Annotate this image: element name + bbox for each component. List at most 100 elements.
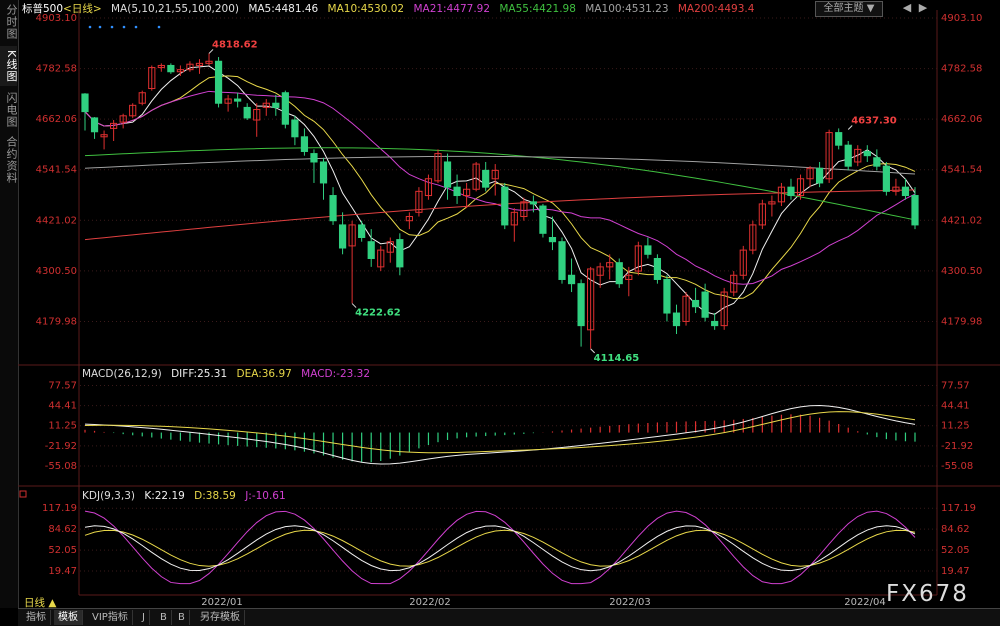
marker-dot — [134, 25, 138, 29]
macd-diff-line — [84, 405, 916, 465]
extreme-label: 4637.30 — [851, 116, 897, 127]
candle-body — [243, 106, 251, 119]
candle-body — [787, 186, 795, 197]
price-tick-label: 4179.98 — [941, 316, 982, 327]
candle-body — [501, 186, 509, 226]
price-tick-label: 4421.02 — [36, 215, 77, 226]
candle-body — [644, 245, 652, 255]
price-tick-label: 4300.50 — [36, 266, 77, 277]
candle-body — [90, 117, 99, 133]
price-tick-label: 4541.54 — [941, 165, 982, 176]
candle-body — [615, 262, 623, 285]
marker-dot — [110, 25, 114, 29]
candle-body — [567, 274, 576, 285]
kdj-tick-label: 84.62 — [941, 524, 970, 535]
candle-body — [396, 239, 404, 268]
candle-body — [863, 150, 871, 157]
macd-tick-label: 44.41 — [941, 401, 970, 412]
candle-body — [482, 169, 490, 188]
candle-body — [81, 93, 89, 113]
macd-tick-label: 44.41 — [48, 401, 77, 412]
candle-body — [358, 224, 366, 239]
candle-body — [310, 153, 318, 163]
kdj-tick-label: 52.05 — [941, 545, 970, 556]
kdj-tick-label: 19.47 — [48, 566, 77, 577]
candle-body — [443, 161, 452, 188]
date-tick-label: 2022/03 — [609, 597, 651, 608]
candle-body — [234, 98, 242, 102]
tab-vip-indicator[interactable]: VIP指标 — [88, 610, 133, 625]
kdj-tick-label: 19.47 — [941, 566, 970, 577]
tab-indicator[interactable]: 指标 — [22, 610, 51, 625]
macd-tick-label: -55.08 — [45, 461, 77, 472]
candle-body — [214, 60, 223, 104]
candle-body — [873, 157, 881, 167]
kdj-tick-label: 117.19 — [42, 503, 77, 514]
extreme-label: 4222.62 — [355, 308, 401, 319]
marker-dot — [88, 25, 92, 29]
marker-dot — [157, 25, 161, 29]
chart-canvas[interactable]: 4818.62 4637.30 4222.62 4114.65 4903.10 4903… — [0, 0, 1000, 608]
candle-body — [911, 195, 919, 226]
candle-body — [300, 136, 309, 152]
candle-body — [663, 278, 671, 314]
candle-body — [453, 186, 461, 197]
candle-body — [882, 165, 890, 192]
candle-body — [711, 320, 719, 327]
candle-body — [558, 241, 566, 280]
tab-template[interactable]: 模板 — [54, 610, 83, 625]
extreme-label: 4818.62 — [212, 39, 258, 50]
price-tick-label: 4903.10 — [36, 13, 77, 24]
kdj-j-line — [84, 510, 916, 585]
macd-tick-label: -55.08 — [941, 461, 973, 472]
candle-body — [691, 299, 700, 308]
price-tick-label: 4541.54 — [36, 165, 77, 176]
price-tick-label: 4179.98 — [36, 316, 77, 327]
price-tick-label: 4782.58 — [941, 64, 982, 75]
price-tick-label: 4421.02 — [941, 215, 982, 226]
extreme-label: 4114.65 — [594, 353, 640, 364]
candle-body — [844, 144, 852, 167]
kdj-tick-label: 117.19 — [941, 503, 976, 514]
candle-body — [539, 205, 547, 234]
candle-body — [367, 241, 375, 259]
tab-b1[interactable]: B — [156, 610, 172, 625]
macd-tick-label: 77.57 — [48, 381, 77, 392]
candle-body — [319, 161, 328, 184]
date-tick-label: 2022/04 — [844, 597, 886, 608]
price-tick-label: 4300.50 — [941, 266, 982, 277]
date-tick-label: 2022/01 — [201, 597, 243, 608]
price-tick-label: 4903.10 — [941, 13, 982, 24]
kdj-k-line — [84, 525, 916, 572]
kdj-tick-label: 84.62 — [48, 524, 77, 535]
candle-body — [281, 92, 289, 125]
candle-body — [835, 132, 843, 146]
candle-body — [329, 195, 337, 222]
tab-j[interactable]: J — [138, 610, 150, 625]
macd-tick-label: -21.92 — [941, 441, 973, 452]
macd-tick-label: 11.25 — [48, 421, 77, 432]
kdj-marker-icon — [19, 490, 27, 498]
candle-body — [291, 119, 299, 138]
price-tick-label: 4662.06 — [36, 114, 77, 125]
macd-tick-label: -21.92 — [45, 441, 77, 452]
price-tick-label: 4662.06 — [941, 114, 982, 125]
candle-body — [577, 283, 585, 327]
kdj-tick-label: 52.05 — [48, 545, 77, 556]
ma100-line — [84, 155, 916, 175]
date-tick-label: 2022/02 — [409, 597, 451, 608]
watermark-logo: FX678 — [886, 581, 969, 607]
tab-b2[interactable]: B — [174, 610, 190, 625]
candle-body — [653, 257, 662, 280]
candle-body — [672, 312, 681, 327]
bottom-toolbar: 指标 模板 VIP指标 J B B 另存模板 — [18, 608, 1000, 626]
marker-dot — [122, 25, 126, 29]
kdj-d-line — [84, 529, 916, 567]
candle-body — [167, 64, 175, 73]
tab-save-template[interactable]: 另存模板 — [196, 610, 245, 625]
price-tick-label: 4782.58 — [36, 64, 77, 75]
candle-body — [529, 201, 537, 205]
candle-body — [815, 167, 824, 184]
candle-body — [338, 224, 347, 249]
macd-tick-label: 11.25 — [941, 421, 970, 432]
